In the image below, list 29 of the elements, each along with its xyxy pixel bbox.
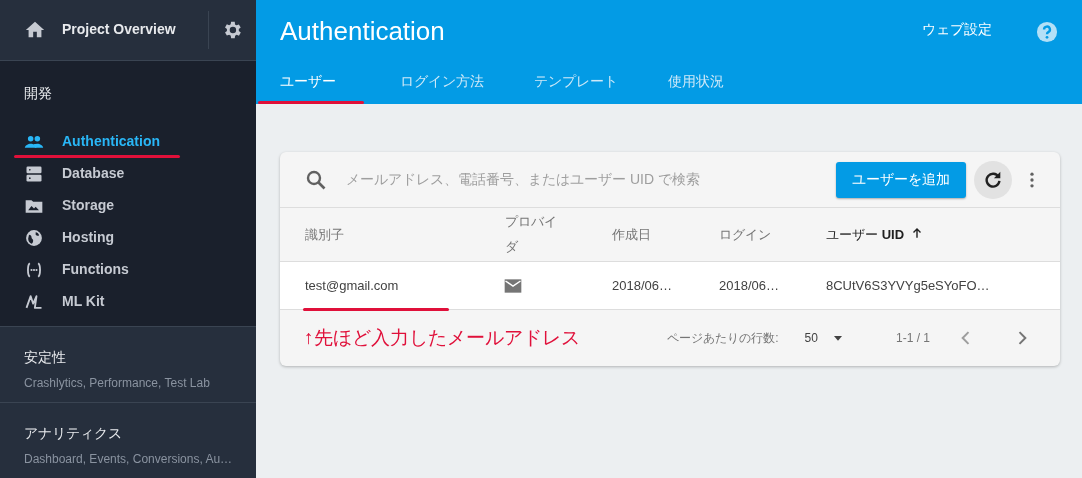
column-header[interactable]: プロバイダ — [505, 209, 565, 260]
section-subtitle: Dashboard, Events, Conversions, Au… — [24, 450, 232, 468]
section-heading: 開発 — [23, 83, 53, 103]
column-header[interactable]: 作成日 — [612, 224, 719, 245]
annotation-note: ↑先ほど入力したメールアドレス — [304, 325, 580, 350]
sidebar-item[interactable]: Functions — [0, 253, 256, 286]
page-range: 1-1 / 1 — [895, 330, 930, 347]
page-title: Authentication — [280, 15, 445, 48]
section-subtitle: Crashlytics, Performance, Test Lab — [24, 374, 211, 392]
column-header[interactable]: 識別子 — [305, 224, 505, 245]
section-title[interactable]: アナリティクス — [24, 422, 232, 444]
globe-icon — [24, 227, 44, 248]
table-cell-text: 2018/06… — [719, 276, 780, 295]
table-cell-text: 2018/06… — [612, 276, 673, 295]
column-header[interactable]: ログイン — [719, 224, 826, 245]
sidebar-item[interactable]: Storage — [0, 189, 256, 222]
sidebar-item[interactable]: ML Kit — [0, 285, 256, 318]
search-field[interactable]: メールアドレス、電話番号、またはユーザー UID で検索 — [344, 168, 804, 191]
sidebar-item[interactable]: Authentication — [0, 125, 256, 158]
table-cell-text: 8CUtV6S3YVYg5eSYoFO… — [826, 276, 991, 295]
sidebar-item[interactable]: Database — [0, 157, 256, 190]
table-cell: test@gmail.com — [305, 277, 399, 293]
rows-per-page-label: ページあたりの行数: — [667, 330, 779, 347]
sort-arrow-icon[interactable] — [910, 225, 924, 240]
section-title[interactable]: 安定性 — [24, 346, 232, 368]
rows-per-page-select[interactable]: 50 — [794, 329, 856, 347]
column-header[interactable]: ユーザー UID — [826, 224, 1060, 245]
refresh-button[interactable] — [974, 160, 1012, 199]
sidebar-item[interactable]: Hosting — [0, 221, 256, 254]
